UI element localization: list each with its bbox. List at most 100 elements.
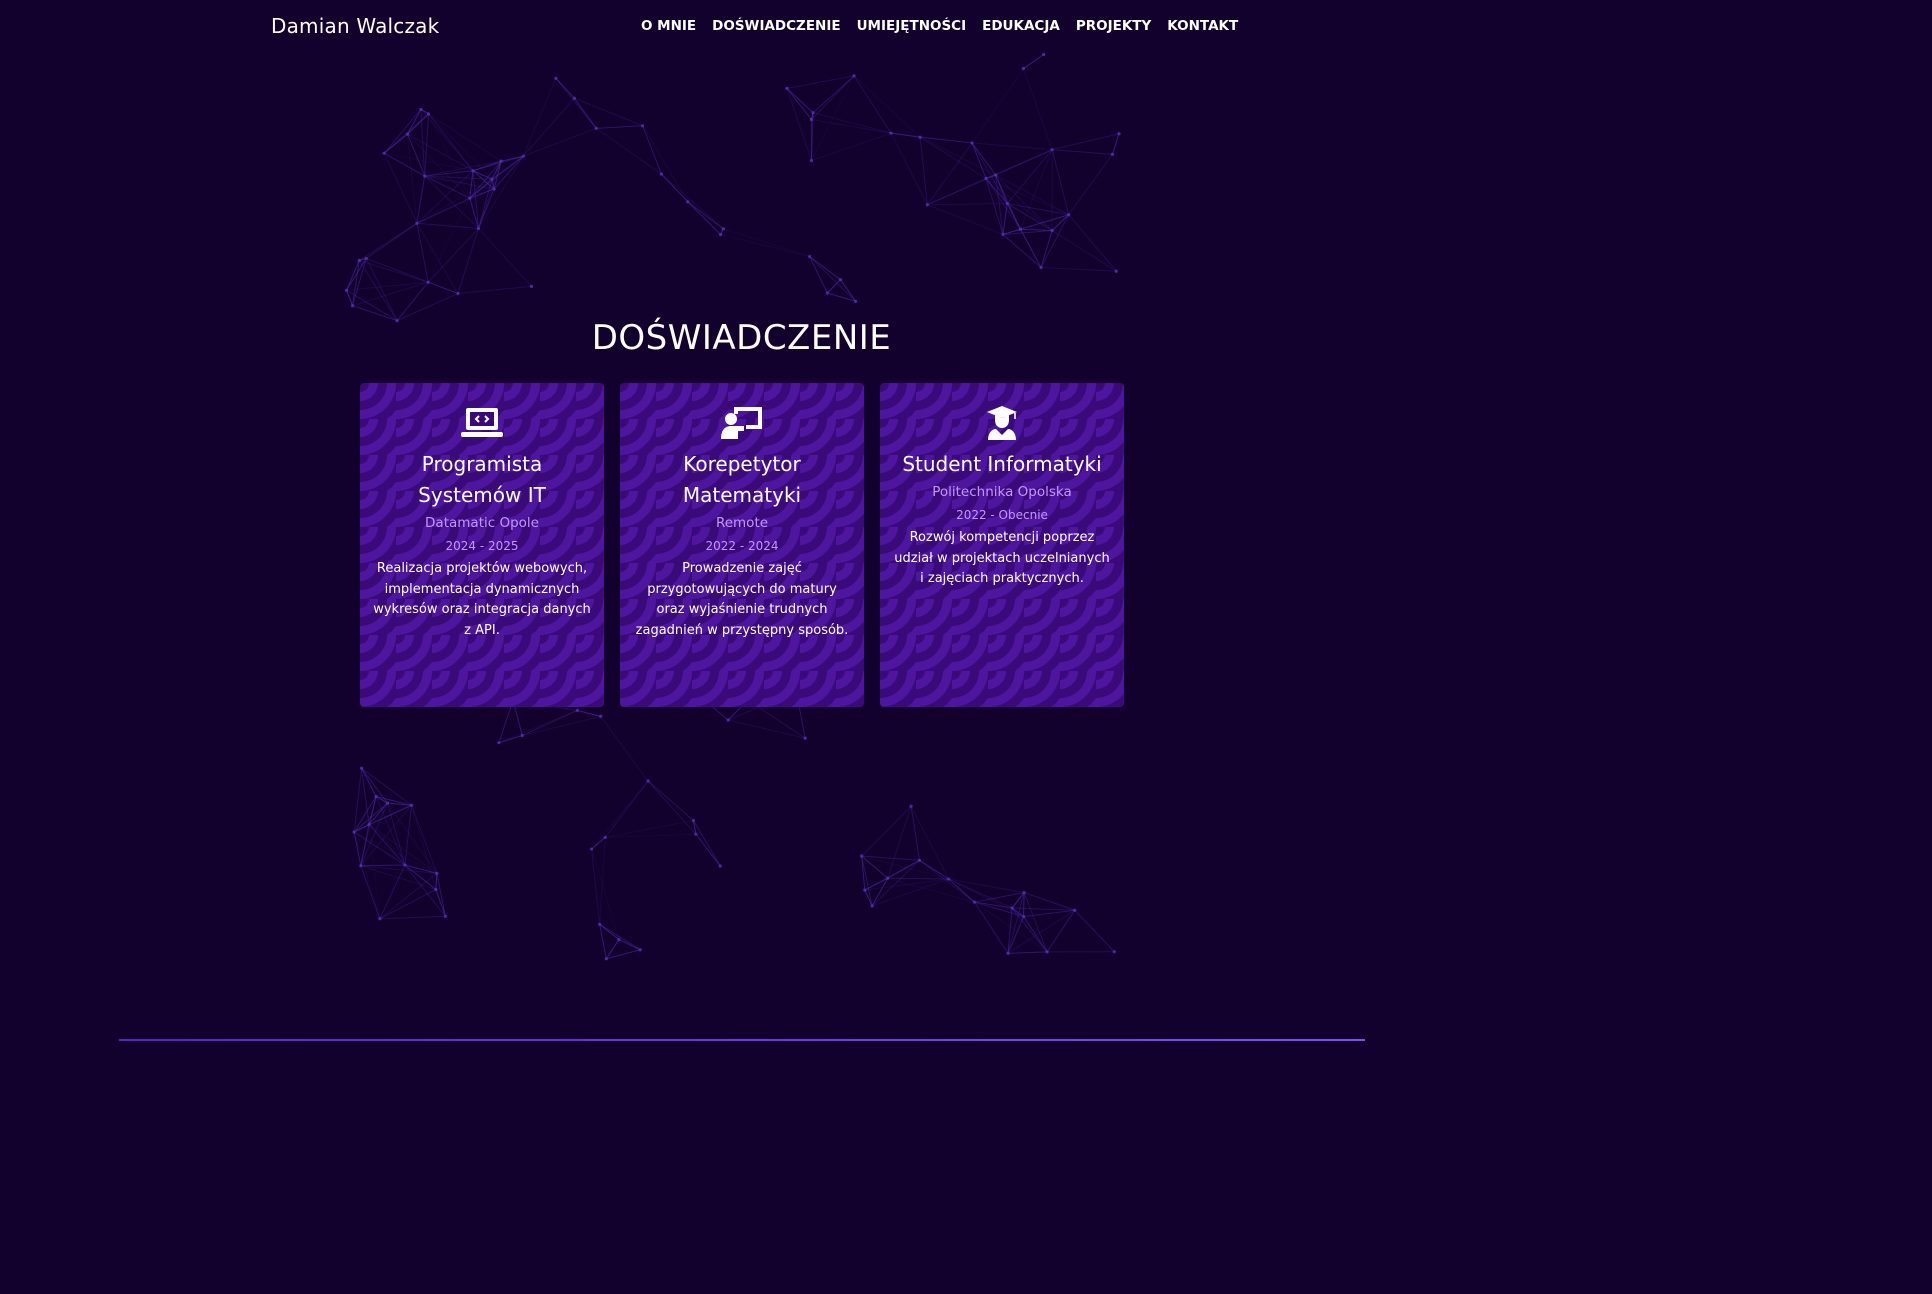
network-line (1068, 154, 1113, 216)
network-line (522, 715, 601, 737)
card-title: Korepetytor Matematyki (682, 452, 802, 507)
network-dot (360, 766, 364, 770)
network-dot (352, 830, 356, 834)
network-line (591, 849, 601, 925)
card-company: Politechnika Opolska (932, 484, 1072, 500)
network-dot (641, 124, 645, 128)
network-line (887, 877, 949, 880)
network-dot (403, 863, 407, 867)
network-dot (476, 226, 481, 231)
network-line (360, 864, 405, 867)
network-line (428, 113, 502, 162)
network-dot (1045, 950, 1049, 954)
network-dot (1050, 148, 1054, 152)
network-dot (456, 291, 460, 296)
network-dot (984, 176, 988, 181)
network-line (1022, 68, 1053, 150)
network-dot (852, 74, 856, 78)
card-title: Student Informatyki (902, 452, 1102, 476)
card-dates: 2024 - 2025 (445, 539, 519, 553)
network-dot (1117, 132, 1121, 136)
network-dot (423, 174, 427, 178)
network-dot (1018, 227, 1022, 231)
network-dot (1114, 269, 1118, 273)
network-line (1041, 267, 1117, 272)
network-dot (599, 714, 603, 718)
network-line (523, 97, 575, 157)
network-dot (1110, 152, 1115, 156)
network-line (861, 805, 912, 857)
network-dot (1001, 232, 1005, 237)
network-dot (917, 858, 922, 862)
network-dot (785, 86, 789, 91)
network-line (1051, 230, 1117, 272)
card-company: Datamatic Opole (425, 515, 539, 531)
network-line (693, 820, 721, 867)
network-line (1111, 133, 1120, 155)
network-dot (604, 957, 608, 961)
network-dot (918, 135, 922, 139)
nav-link-umiejetnosci[interactable]: UMIEJĘTNOŚCI (857, 18, 967, 34)
network-dot (572, 96, 577, 100)
network-line (919, 859, 975, 903)
network-line (971, 68, 1024, 144)
nav-link-projekty[interactable]: PROJEKTY (1076, 18, 1151, 34)
network-dot (468, 196, 472, 200)
network-line (595, 127, 662, 175)
network-dot (1050, 228, 1054, 233)
network-line (728, 719, 806, 739)
card-description: Prowadzenie zajęć przygotowujących do ma… (635, 561, 849, 638)
network-dot (471, 169, 475, 173)
network-line (618, 939, 641, 951)
experience-cards: Programista Systemów IT Datamatic Opole … (360, 383, 1124, 707)
network-dot (909, 804, 913, 808)
nav-link-kontakt[interactable]: KONTAKT (1167, 18, 1238, 34)
network-dot (970, 141, 974, 145)
network-dot (694, 832, 698, 836)
network-dot (638, 948, 642, 952)
network-line (596, 125, 643, 129)
network-dot (889, 131, 893, 135)
network-line (396, 281, 429, 321)
network-dot (405, 132, 410, 136)
network-line (1006, 149, 1053, 204)
nav-link-edukacja[interactable]: EDUKACJA (982, 18, 1060, 34)
network-dot (1112, 950, 1116, 954)
network-dot (811, 111, 815, 115)
network-dot (617, 937, 621, 942)
network-dot (659, 172, 663, 176)
network-line (407, 133, 471, 199)
page: Damian Walczak O MNIE DOŚWIADCZENIE UMIE… (0, 0, 1568, 1050)
network-line (687, 201, 724, 230)
network-line (523, 127, 597, 157)
network-dot (378, 917, 382, 921)
network-dot (838, 278, 843, 282)
network-line (1074, 909, 1115, 953)
brand-logo[interactable]: Damian Walczak (271, 14, 439, 38)
card-company: Remote (715, 515, 769, 531)
network-line (600, 716, 649, 782)
network-line (522, 709, 578, 736)
nav-link-o-mnie[interactable]: O MNIE (641, 18, 696, 34)
network-line (368, 804, 412, 825)
network-line (1051, 149, 1070, 215)
network-line (971, 142, 1053, 151)
network-line (407, 133, 474, 172)
experience-card: Korepetytor Matematyki Remote 2022 - 202… (620, 383, 864, 707)
network-dot (925, 203, 929, 207)
network-line (358, 260, 398, 321)
network-line (361, 767, 412, 806)
nav-link-doswiadczenie[interactable]: DOŚWIADCZENIE (712, 18, 840, 34)
network-dot (691, 818, 696, 823)
network-dot (520, 733, 524, 738)
network-line (890, 132, 928, 205)
network-line (1023, 892, 1075, 911)
network-dot (853, 299, 858, 303)
network-dot (1010, 906, 1014, 910)
network-dot (886, 876, 890, 880)
network-dot (809, 117, 813, 122)
network-line (404, 864, 446, 917)
network-line (1002, 203, 1008, 235)
network-line (927, 203, 1008, 206)
network-line (723, 228, 810, 258)
